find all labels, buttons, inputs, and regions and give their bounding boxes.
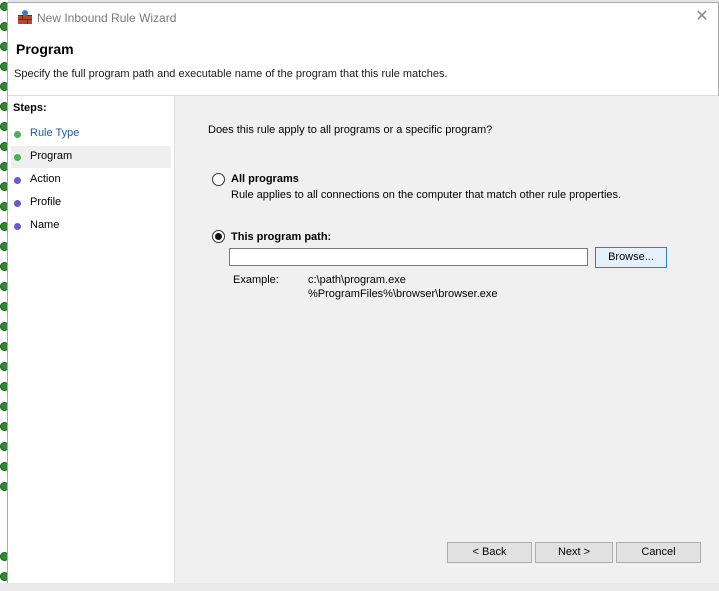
program-path-radio[interactable] [212,230,225,243]
cancel-button[interactable]: Cancel [616,542,701,563]
window-title: New Inbound Rule Wizard [37,11,177,25]
program-path-input[interactable] [229,248,588,266]
step-item-rule-type[interactable]: Rule Type [11,123,171,145]
step-label: Profile [30,196,62,208]
browse-button[interactable]: Browse... [595,247,667,268]
title-bar[interactable]: New Inbound Rule Wizard ✕ [8,3,718,31]
step-pending-icon [14,177,21,184]
page-title: Program [16,41,74,57]
program-path-label[interactable]: This program path: [231,231,331,243]
next-button[interactable]: Next > [535,542,613,563]
step-current-icon [14,154,21,161]
close-button[interactable]: ✕ [692,7,712,27]
content-panel: Does this rule apply to all programs or … [175,96,719,584]
wizard-header: Program Specify the full program path an… [8,31,718,96]
step-pending-icon [14,200,21,207]
step-item-name[interactable]: Name [11,215,171,237]
question-text: Does this rule apply to all programs or … [208,124,493,136]
example-label: Example: [233,274,279,286]
step-label: Action [30,173,61,185]
all-programs-radio[interactable] [212,173,225,186]
firewall-icon [18,10,32,24]
step-label: Program [30,150,73,162]
all-programs-label[interactable]: All programs [231,173,299,185]
steps-title: Steps: [13,102,47,114]
example-path-2: %ProgramFiles%\browser\browser.exe [308,288,498,300]
example-path-1: c:\path\program.exe [308,274,406,286]
step-pending-icon [14,223,21,230]
step-item-program[interactable]: Program [11,146,171,168]
step-label: Rule Type [30,127,80,139]
step-item-action[interactable]: Action [11,169,171,191]
step-complete-icon [14,131,21,138]
step-item-profile[interactable]: Profile [11,192,171,214]
all-programs-description: Rule applies to all connections on the c… [231,189,622,201]
back-button[interactable]: < Back [447,542,532,563]
step-label: Name [30,219,60,231]
close-icon: ✕ [695,8,709,25]
wizard-window: New Inbound Rule Wizard ✕ Program Specif… [7,2,719,588]
page-description: Specify the full program path and execut… [14,68,448,80]
steps-panel: Steps: Rule Type Program Action Profile … [8,96,175,584]
background-scrollbar [0,583,719,591]
